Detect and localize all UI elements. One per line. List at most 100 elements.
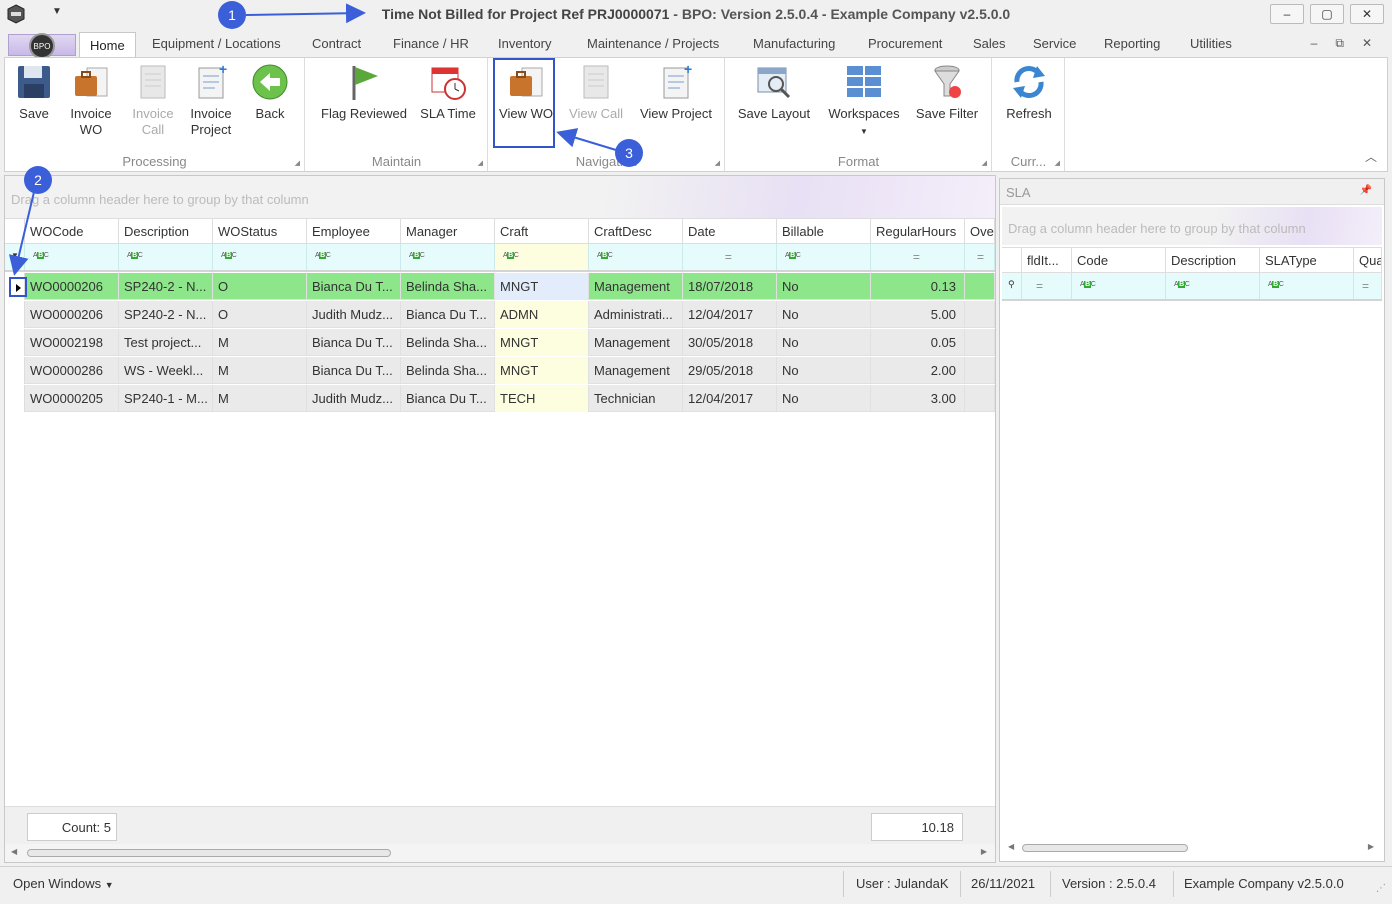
invoice-wo-button[interactable]: Invoice WO: [63, 62, 119, 138]
cell-wostatus[interactable]: M: [213, 329, 307, 356]
sla-group-by-area[interactable]: Drag a column header here to group by th…: [1002, 207, 1382, 245]
cell-wostatus[interactable]: M: [213, 357, 307, 384]
cell-wocode[interactable]: WO0000206: [25, 301, 119, 328]
col-billable[interactable]: Billable: [777, 219, 871, 245]
tab-equipment-locations[interactable]: Equipment / Locations: [152, 36, 281, 51]
col-wocode[interactable]: WOCode: [25, 219, 119, 245]
cell-wocode[interactable]: WO0000206: [25, 273, 119, 300]
row-indicator[interactable]: [5, 329, 25, 356]
view-call-button[interactable]: View Call: [565, 62, 627, 122]
filter-wostatus[interactable]: ABC: [213, 244, 307, 270]
mdi-restore-button[interactable]: ⧉: [1335, 36, 1344, 51]
row-indicator[interactable]: [5, 357, 25, 384]
row-indicator[interactable]: [5, 273, 27, 300]
cell-wocode[interactable]: WO0002198: [25, 329, 119, 356]
scroll-right-icon[interactable]: ▶: [981, 847, 987, 856]
table-row[interactable]: WO0000206 SP240-2 - N... O Bianca Du T..…: [5, 273, 995, 300]
cell-billable[interactable]: No: [777, 273, 871, 300]
sla-filter-slatype[interactable]: ABC: [1260, 273, 1354, 299]
cell-craftdesc[interactable]: Management: [589, 357, 683, 384]
tab-contract[interactable]: Contract: [312, 36, 361, 51]
navigation-launcher-icon[interactable]: ◢: [715, 159, 720, 167]
scroll-right-icon[interactable]: ▶: [1368, 842, 1374, 851]
cell-craft[interactable]: TECH: [495, 385, 589, 412]
format-launcher-icon[interactable]: ◢: [982, 159, 987, 167]
save-button[interactable]: Save: [13, 62, 55, 122]
cell-wostatus[interactable]: M: [213, 385, 307, 412]
maintain-launcher-icon[interactable]: ◢: [478, 159, 483, 167]
sla-filter-fldit[interactable]: =: [1022, 273, 1072, 299]
sla-time-button[interactable]: SLA Time: [418, 62, 478, 122]
tab-manufacturing[interactable]: Manufacturing: [753, 36, 835, 51]
cell-wostatus[interactable]: O: [213, 273, 307, 300]
invoice-project-button[interactable]: + Invoice Project: [183, 62, 239, 138]
sla-col-slatype[interactable]: SLAType: [1260, 248, 1354, 274]
cell-date[interactable]: 29/05/2018: [683, 357, 777, 384]
tab-maintenance-projects[interactable]: Maintenance / Projects: [587, 36, 719, 51]
sla-col-fldit[interactable]: fldIt...: [1022, 248, 1072, 274]
table-row[interactable]: WO0000205 SP240-1 - M... M Judith Mudz..…: [5, 385, 995, 412]
sla-col-code[interactable]: Code: [1072, 248, 1166, 274]
cell-craftdesc[interactable]: Management: [589, 273, 683, 300]
tab-utilities[interactable]: Utilities: [1190, 36, 1232, 51]
ribbon-collapse-icon[interactable]: ︿: [1365, 148, 1377, 165]
view-project-button[interactable]: + View Project: [635, 62, 717, 122]
refresh-button[interactable]: Refresh: [999, 62, 1059, 122]
back-button[interactable]: Back: [247, 62, 293, 122]
tab-inventory[interactable]: Inventory: [498, 36, 551, 51]
cell-overtime[interactable]: [965, 273, 995, 300]
col-date[interactable]: Date: [683, 219, 777, 245]
filter-date[interactable]: =: [683, 244, 777, 270]
col-employee[interactable]: Employee: [307, 219, 401, 245]
cell-regularhours[interactable]: 2.00: [871, 357, 965, 384]
cell-date[interactable]: 30/05/2018: [683, 329, 777, 356]
cell-overtime[interactable]: [965, 329, 995, 356]
cell-craft[interactable]: MNGT: [495, 273, 589, 300]
cell-manager[interactable]: Bianca Du T...: [401, 385, 495, 412]
cell-craft[interactable]: MNGT: [495, 357, 589, 384]
resize-grip-icon[interactable]: ⋰: [1376, 883, 1386, 894]
col-craft[interactable]: Craft: [495, 219, 589, 245]
cell-date[interactable]: 18/07/2018: [683, 273, 777, 300]
filter-wocode[interactable]: ABC: [25, 244, 119, 270]
tab-procurement[interactable]: Procurement: [868, 36, 942, 51]
tab-finance-hr[interactable]: Finance / HR: [393, 36, 469, 51]
cell-manager[interactable]: Belinda Sha...: [401, 357, 495, 384]
currency-launcher-icon[interactable]: ◢: [1055, 159, 1060, 167]
filter-overtime[interactable]: =: [965, 244, 995, 270]
cell-description[interactable]: Test project...: [119, 329, 213, 356]
cell-overtime[interactable]: [965, 385, 995, 412]
sla-horizontal-scrollbar[interactable]: ◀ ▶: [1002, 839, 1382, 857]
table-row[interactable]: WO0000206 SP240-2 - N... O Judith Mudz..…: [5, 301, 995, 328]
row-indicator[interactable]: [5, 301, 25, 328]
tab-service[interactable]: Service: [1033, 36, 1076, 51]
open-windows-menu[interactable]: Open Windows ▼: [13, 876, 114, 891]
cell-manager[interactable]: Bianca Du T...: [401, 301, 495, 328]
close-button[interactable]: ✕: [1350, 4, 1384, 24]
table-row[interactable]: WO0000286 WS - Weekl... M Bianca Du T...…: [5, 357, 995, 384]
cell-manager[interactable]: Belinda Sha...: [401, 329, 495, 356]
cell-craft[interactable]: MNGT: [495, 329, 589, 356]
cell-craftdesc[interactable]: Administrati...: [589, 301, 683, 328]
cell-regularhours[interactable]: 0.13: [871, 273, 965, 300]
scroll-left-icon[interactable]: ◀: [1008, 842, 1014, 851]
invoice-call-button[interactable]: Invoice Call: [125, 62, 181, 138]
col-description[interactable]: Description: [119, 219, 213, 245]
cell-wostatus[interactable]: O: [213, 301, 307, 328]
sla-scroll-thumb[interactable]: [1022, 844, 1188, 852]
processing-launcher-icon[interactable]: ◢: [295, 159, 300, 167]
mdi-close-button[interactable]: ✕: [1362, 36, 1372, 51]
cell-billable[interactable]: No: [777, 385, 871, 412]
filter-description[interactable]: ABC: [119, 244, 213, 270]
row-indicator[interactable]: [5, 385, 25, 412]
cell-wocode[interactable]: WO0000286: [25, 357, 119, 384]
cell-regularhours[interactable]: 3.00: [871, 385, 965, 412]
cell-craft[interactable]: ADMN: [495, 301, 589, 328]
cell-billable[interactable]: No: [777, 329, 871, 356]
cell-employee[interactable]: Judith Mudz...: [307, 385, 401, 412]
cell-billable[interactable]: No: [777, 301, 871, 328]
filter-craftdesc[interactable]: ABC: [589, 244, 683, 270]
scroll-left-icon[interactable]: ◀: [11, 847, 17, 856]
group-by-area[interactable]: Drag a column header here to group by th…: [5, 176, 995, 218]
cell-description[interactable]: WS - Weekl...: [119, 357, 213, 384]
